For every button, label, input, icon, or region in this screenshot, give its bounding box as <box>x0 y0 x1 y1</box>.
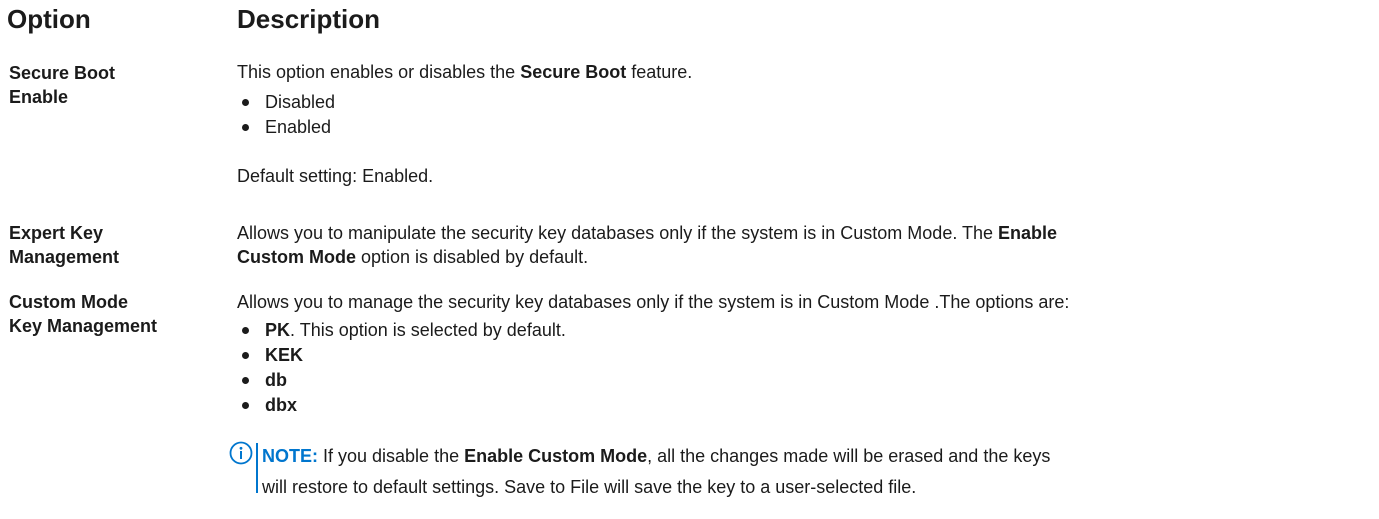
description-text: Allows you to manipulate the security ke… <box>237 223 1058 243</box>
description-secure-boot-enable: This option enables or disables the Secu… <box>237 60 1372 140</box>
note-line: will restore to default settings. Save t… <box>262 477 917 497</box>
note-text: NOTE: If you disable the Enable Custom M… <box>262 441 1362 503</box>
option-label-line: Management <box>9 247 120 267</box>
description-column-header: Description <box>237 4 381 34</box>
option-label-line: Expert Key <box>9 223 104 243</box>
description-custom-mode-key-management: Allows you to manage the security key da… <box>237 290 1372 418</box>
option-label-line: Custom Mode <box>9 292 128 312</box>
description-expert-key-management: Allows you to manipulate the security ke… <box>237 221 1372 269</box>
option-label-line: Enable <box>9 87 69 107</box>
options-list: PK. This option is selected by default. … <box>237 318 1372 418</box>
option-label-line: Key Management <box>9 316 158 336</box>
description-text: Allows you to manage the security key da… <box>237 292 1070 312</box>
option-column-header: Option <box>7 4 91 34</box>
list-item: Enabled <box>237 115 1372 140</box>
option-secure-boot-enable: Secure Boot Enable <box>9 61 229 109</box>
default-setting-text: Default setting: Enabled. <box>237 166 434 186</box>
option-table: Option Description Secure Boot Enable Th… <box>0 0 1379 519</box>
list-item: KEK <box>237 343 1372 368</box>
note-line: NOTE: If you disable the Enable Custom M… <box>262 446 1051 466</box>
info-circle-icon <box>229 441 253 465</box>
note-label: NOTE: <box>262 446 318 466</box>
note-box: NOTE: If you disable the Enable Custom M… <box>229 441 1369 511</box>
list-item: PK. This option is selected by default. <box>237 318 1372 343</box>
option-label-line: Secure Boot <box>9 63 116 83</box>
note-divider <box>256 443 258 493</box>
option-expert-key-management: Expert Key Management <box>9 221 229 269</box>
list-item: db <box>237 368 1372 393</box>
description-text: This option enables or disables the Secu… <box>237 62 693 82</box>
options-list: Disabled Enabled <box>237 90 1372 140</box>
list-item: Disabled <box>237 90 1372 115</box>
description-text: Custom Mode option is disabled by defaul… <box>237 247 589 267</box>
list-item: dbx <box>237 393 1372 418</box>
option-custom-mode-key-management: Custom Mode Key Management <box>9 290 229 338</box>
